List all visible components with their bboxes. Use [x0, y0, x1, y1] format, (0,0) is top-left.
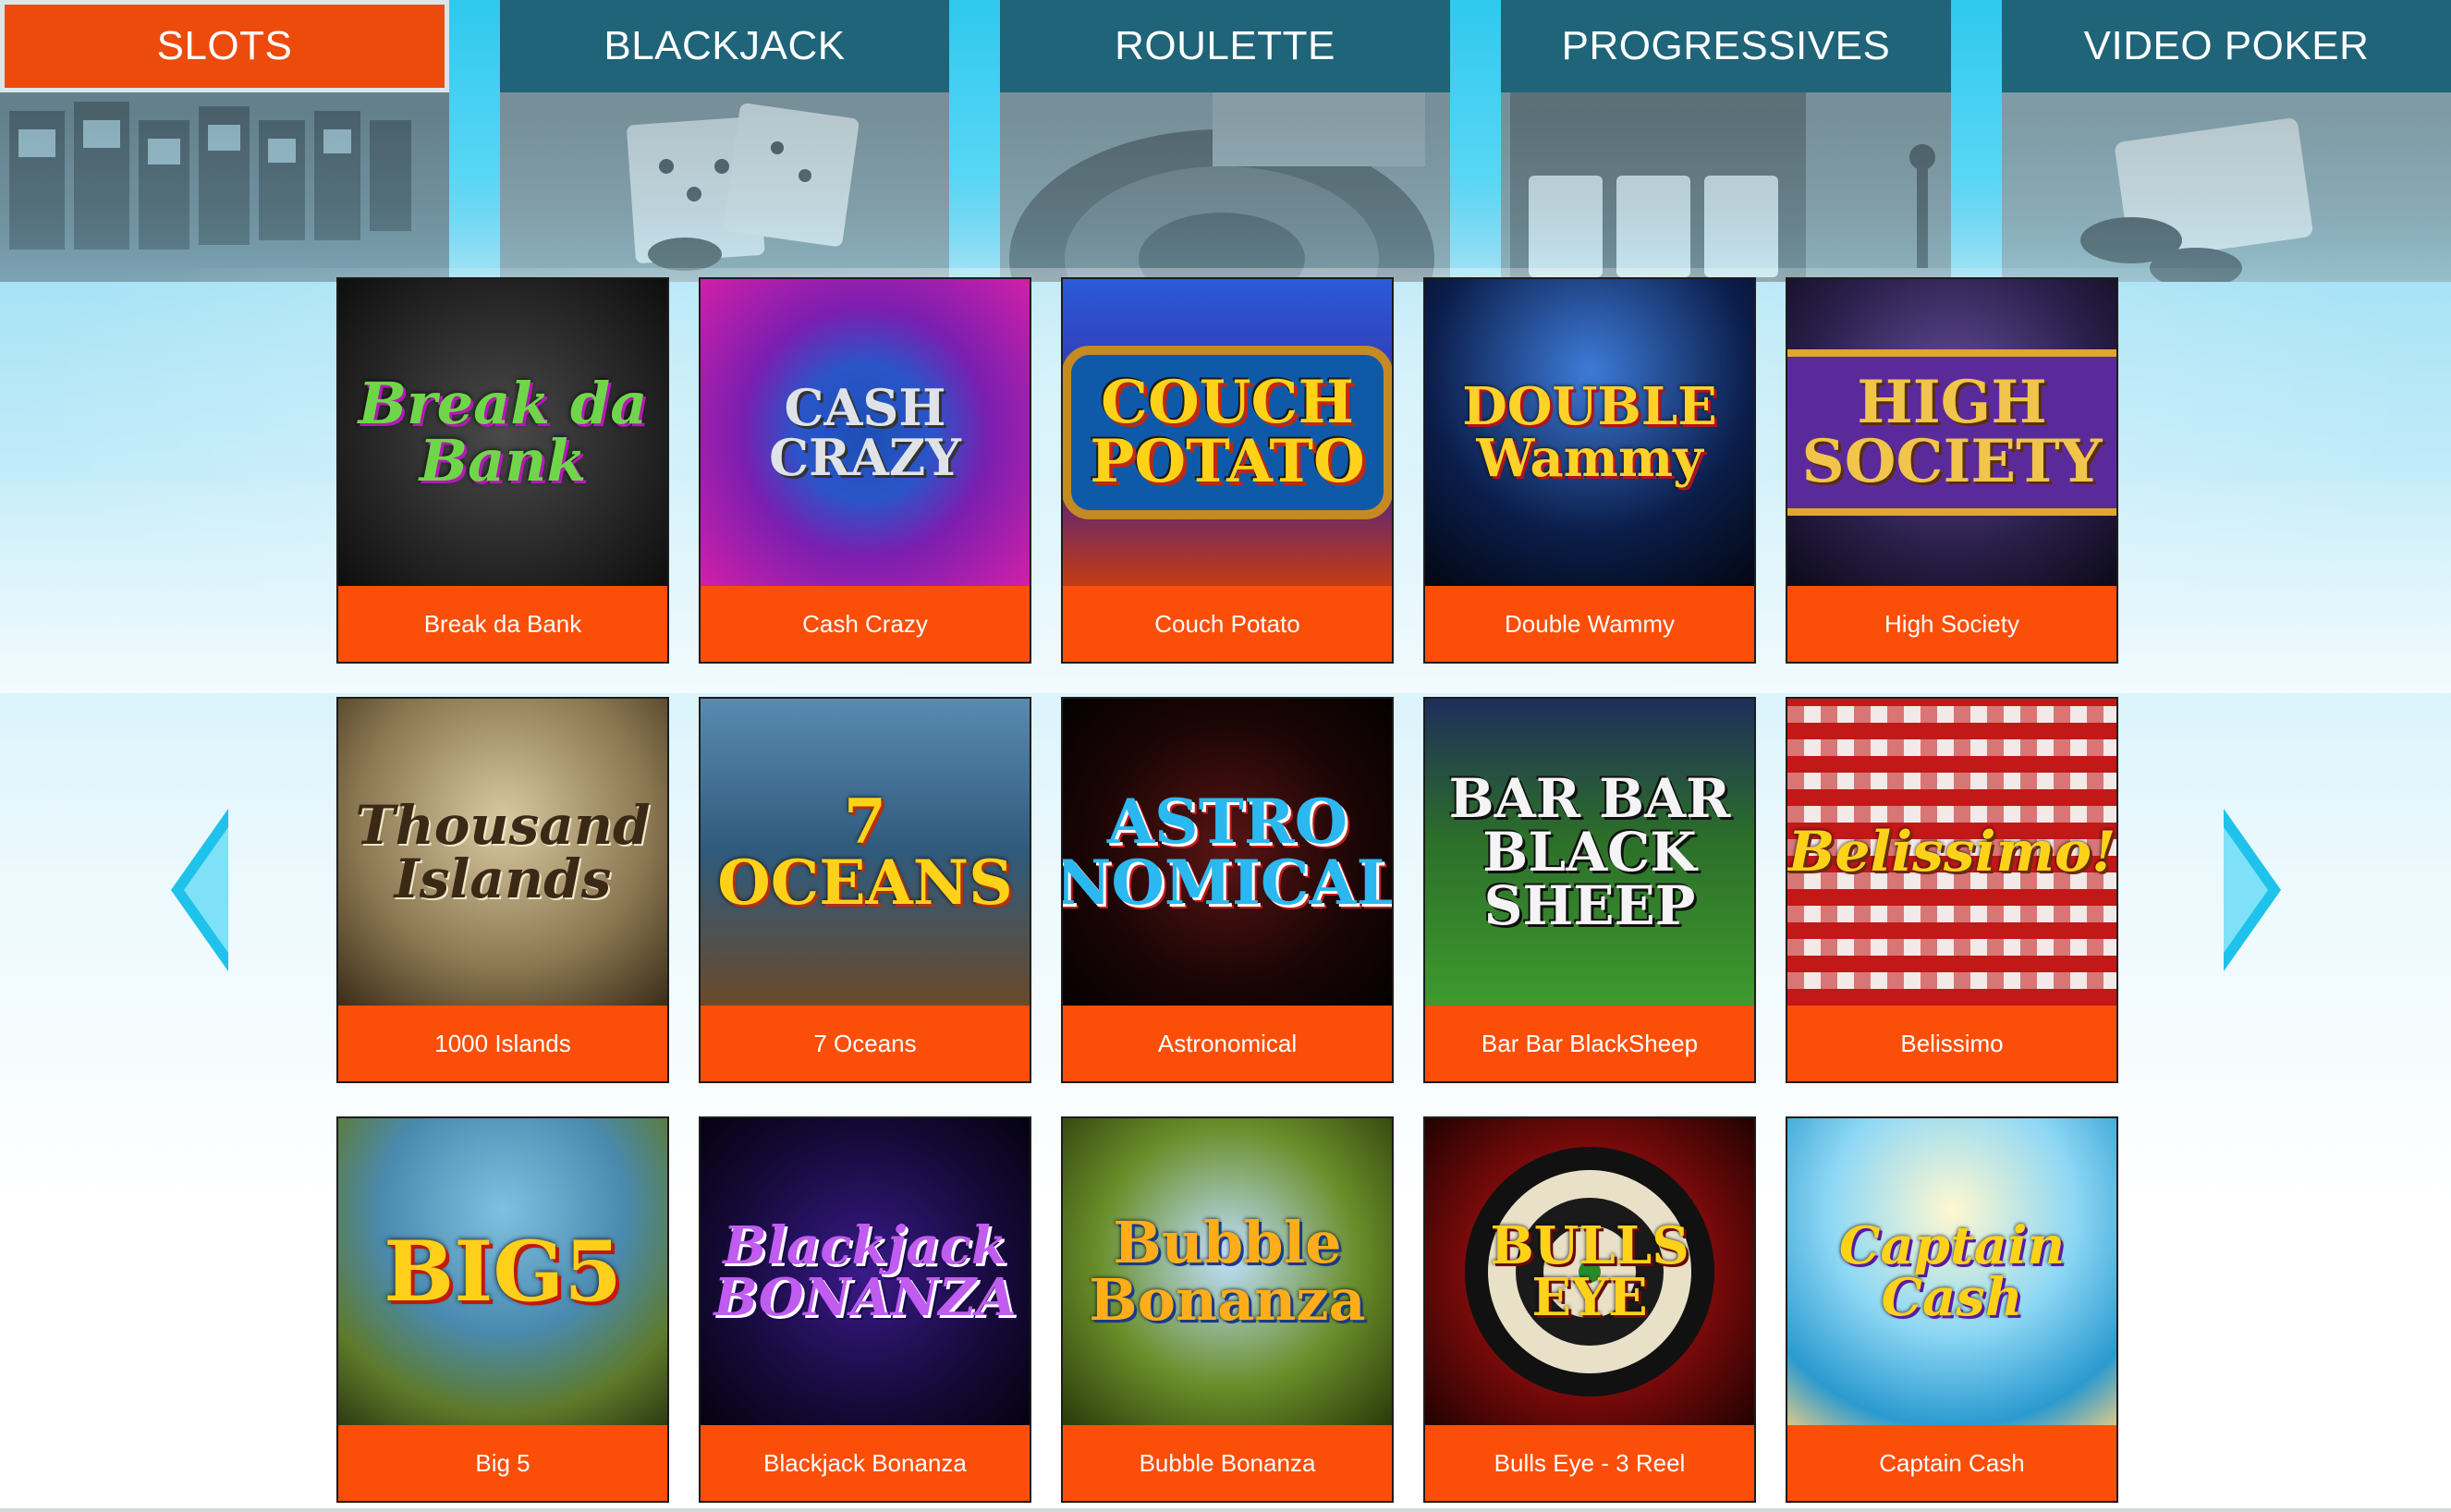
game-title: Bar Bar BlackSheep — [1425, 1006, 1754, 1081]
tab-progressives-label: PROGRESSIVES — [1501, 0, 1951, 92]
game-card-cash-crazy[interactable]: CASH CRAZY Cash Crazy — [701, 279, 1030, 662]
tab-progressives[interactable]: PROGRESSIVES — [1501, 0, 1951, 282]
poker-chips-image — [2002, 92, 2451, 282]
game-title: 7 Oceans — [701, 1006, 1030, 1081]
tab-slots-label: SLOTS — [0, 0, 449, 92]
game-thumbnail: BULLS EYE — [1425, 1118, 1754, 1425]
tab-divider — [1450, 0, 1501, 282]
game-title: Big 5 — [338, 1425, 667, 1501]
game-logo: DOUBLE Wammy — [1462, 376, 1717, 489]
game-title: Captain Cash — [1787, 1425, 2116, 1501]
game-logo: BAR BAR BLACK SHEEP — [1448, 767, 1731, 937]
game-thumbnail: BIG5 — [338, 1118, 667, 1425]
game-title: Break da Bank — [338, 586, 667, 662]
slot-machines-image — [0, 92, 449, 282]
game-logo: Blackjack BONANZA — [713, 1215, 1017, 1328]
game-title: Double Wammy — [1425, 586, 1754, 662]
game-title: High Society — [1787, 586, 2116, 662]
chevron-left-icon[interactable] — [171, 809, 228, 971]
tab-divider — [949, 0, 1000, 282]
game-thumbnail: COUCH POTATO — [1063, 279, 1392, 586]
game-thumbnail: Break da Bank — [338, 279, 667, 586]
game-thumbnail: 7 OCEANS — [701, 699, 1030, 1006]
tab-video-poker[interactable]: VIDEO POKER — [2002, 0, 2451, 282]
tab-divider — [1951, 0, 2002, 282]
tab-blackjack-label: BLACKJACK — [500, 0, 949, 92]
game-card-break-da-bank[interactable]: Break da Bank Break da Bank — [338, 279, 667, 662]
game-card-blackjack-bonanza[interactable]: Blackjack BONANZA Blackjack Bonanza — [701, 1118, 1030, 1501]
game-card-1000-islands[interactable]: Thousand Islands 1000 Islands — [338, 699, 667, 1081]
game-logo: Bubble Bonanza — [1089, 1209, 1366, 1334]
game-title: Astronomical — [1063, 1006, 1392, 1081]
game-thumbnail: Captain Cash — [1787, 1118, 2116, 1425]
game-card-double-wammy[interactable]: DOUBLE Wammy Double Wammy — [1425, 279, 1754, 662]
tab-roulette[interactable]: ROULETTE — [1000, 0, 1450, 282]
tab-roulette-label: ROULETTE — [1000, 0, 1450, 92]
game-logo: Thousand Islands — [355, 794, 651, 910]
game-logo: Belissimo! — [1787, 820, 2116, 884]
game-thumbnail: DOUBLE Wammy — [1425, 279, 1754, 586]
game-logo: Captain Cash — [1838, 1215, 2066, 1328]
chevron-right-icon[interactable] — [2224, 809, 2281, 971]
game-title: Cash Crazy — [701, 586, 1030, 662]
game-logo: Break da Bank — [358, 370, 648, 494]
game-card-big-5[interactable]: BIG5 Big 5 — [338, 1118, 667, 1501]
game-title: 1000 Islands — [338, 1006, 667, 1081]
game-thumbnail: Thousand Islands — [338, 699, 667, 1006]
game-thumbnail: BAR BAR BLACK SHEEP — [1425, 699, 1754, 1006]
game-card-bulls-eye[interactable]: BULLS EYE Bulls Eye - 3 Reel — [1425, 1118, 1754, 1501]
game-logo: COUCH POTATO — [1063, 346, 1392, 519]
game-title: Blackjack Bonanza — [701, 1425, 1030, 1501]
game-logo: BULLS EYE — [1490, 1215, 1689, 1328]
game-card-bubble-bonanza[interactable]: Bubble Bonanza Bubble Bonanza — [1063, 1118, 1392, 1501]
jackpot-machine-image — [1501, 92, 1951, 282]
tab-divider — [449, 0, 500, 282]
game-title: Couch Potato — [1063, 586, 1392, 662]
game-title: Bubble Bonanza — [1063, 1425, 1392, 1501]
tab-video-poker-label: VIDEO POKER — [2002, 0, 2451, 92]
game-card-couch-potato[interactable]: COUCH POTATO Couch Potato — [1063, 279, 1392, 662]
game-logo: 7 OCEANS — [717, 786, 1013, 919]
page-bottom-border — [0, 1508, 2451, 1512]
game-logo: BIG5 — [384, 1223, 622, 1321]
game-thumbnail: Blackjack BONANZA — [701, 1118, 1030, 1425]
game-thumbnail: ASTRO NOMICAL — [1063, 699, 1392, 1006]
game-thumbnail: Bubble Bonanza — [1063, 1118, 1392, 1425]
game-thumbnail: CASH CRAZY — [701, 279, 1030, 586]
game-logo: ASTRO NOMICAL — [1063, 786, 1392, 919]
game-thumbnail: Belissimo! — [1787, 699, 2116, 1006]
game-card-astronomical[interactable]: ASTRO NOMICAL Astronomical — [1063, 699, 1392, 1081]
tab-slots[interactable]: SLOTS — [0, 0, 449, 282]
tab-blackjack[interactable]: BLACKJACK — [500, 0, 949, 282]
game-logo: HIGH SOCIETY — [1787, 349, 2116, 516]
game-card-high-society[interactable]: HIGH SOCIETY High Society — [1787, 279, 2116, 662]
game-thumbnail: HIGH SOCIETY — [1787, 279, 2116, 586]
category-nav: SLOTS BLACKJACK ROULETTE PROGRESSIVES VI… — [0, 0, 2451, 282]
game-card-belissimo[interactable]: Belissimo! Belissimo — [1787, 699, 2116, 1081]
game-title: Belissimo — [1787, 1006, 2116, 1081]
game-logo: CASH CRAZY — [769, 378, 961, 487]
game-title: Bulls Eye - 3 Reel — [1425, 1425, 1754, 1501]
game-card-7-oceans[interactable]: 7 OCEANS 7 Oceans — [701, 699, 1030, 1081]
game-card-bar-bar-blacksheep[interactable]: BAR BAR BLACK SHEEP Bar Bar BlackSheep — [1425, 699, 1754, 1081]
roulette-wheel-image — [1000, 92, 1450, 282]
blackjack-cards-image — [500, 92, 949, 282]
game-card-captain-cash[interactable]: Captain Cash Captain Cash — [1787, 1118, 2116, 1501]
